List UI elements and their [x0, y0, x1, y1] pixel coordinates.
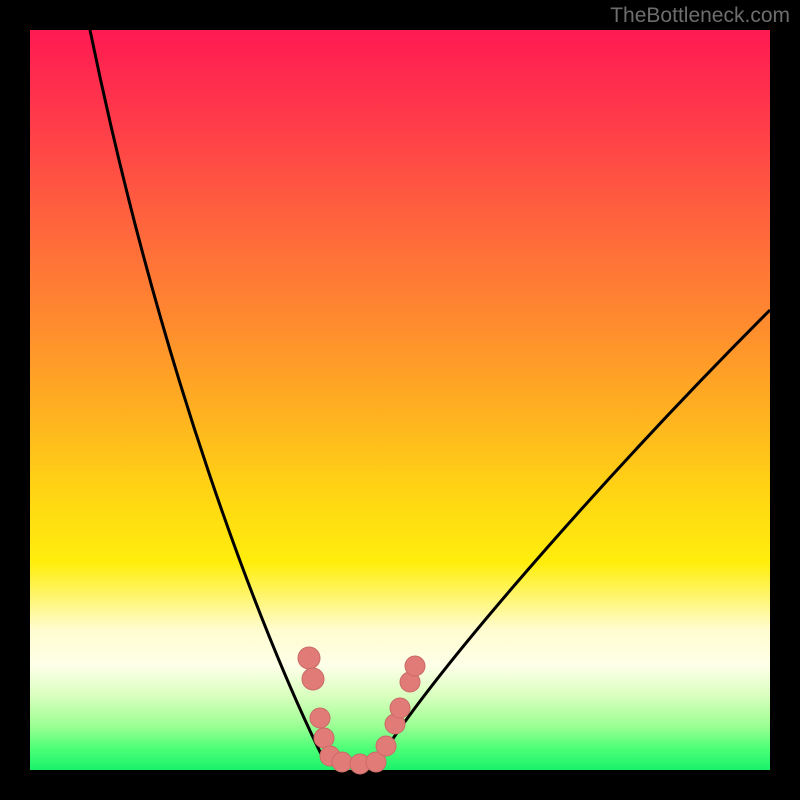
chart-frame: TheBottleneck.com [0, 0, 800, 800]
data-marker [332, 752, 352, 772]
watermark-text: TheBottleneck.com [610, 4, 790, 28]
chart-plot-area [30, 30, 770, 770]
data-marker [302, 668, 324, 690]
marker-group [298, 647, 425, 774]
data-marker [376, 736, 396, 756]
data-marker [298, 647, 320, 669]
data-marker [390, 698, 410, 718]
data-marker [310, 708, 330, 728]
data-marker [405, 656, 425, 676]
chart-svg [30, 30, 770, 770]
bottleneck-curve [90, 30, 770, 765]
data-marker [314, 728, 334, 748]
